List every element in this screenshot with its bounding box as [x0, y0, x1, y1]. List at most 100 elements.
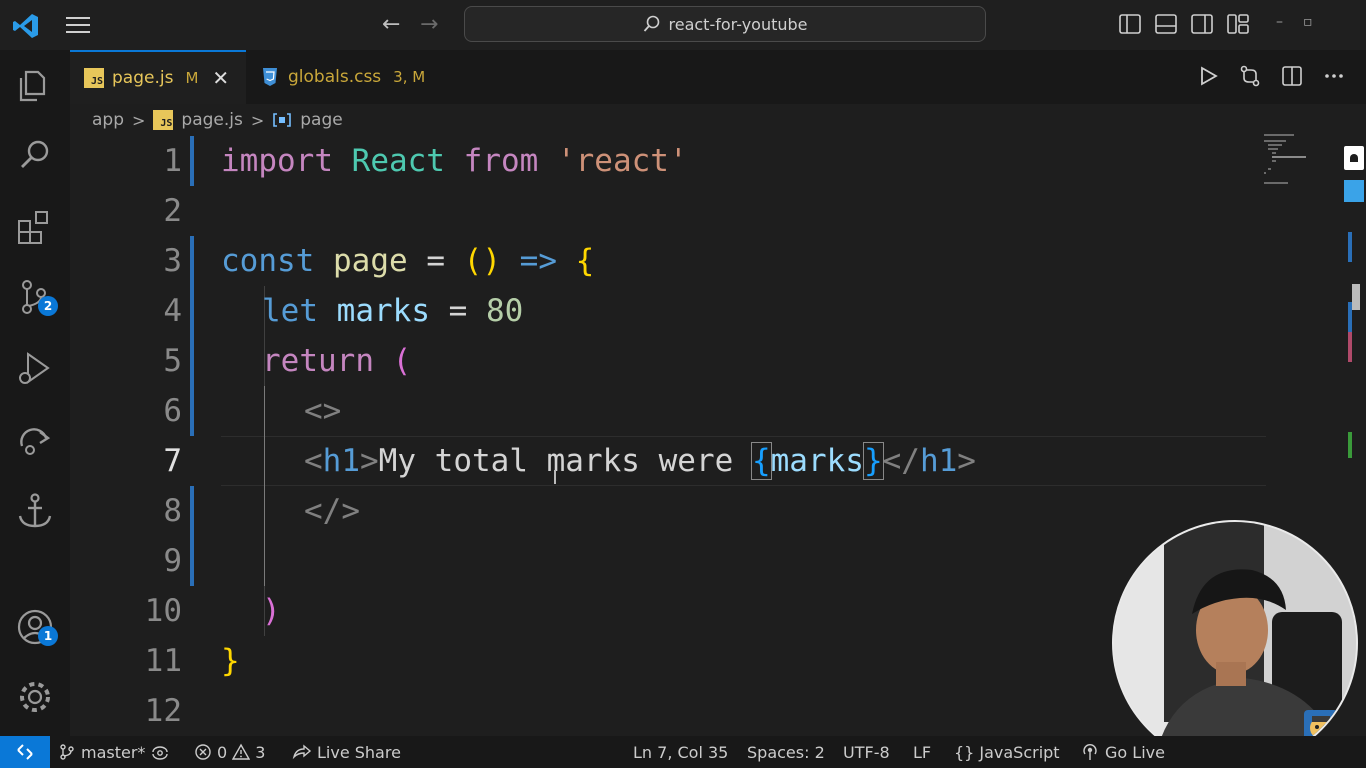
- code-line-8: </>: [304, 486, 360, 536]
- tab-globals-css[interactable]: globals.css 3, M: [246, 50, 468, 104]
- keyword-return: return: [262, 343, 374, 379]
- encoding-text: UTF-8: [843, 742, 890, 762]
- branch-name: master*: [81, 742, 146, 762]
- editor-tab-bar: JS page.js M ✕ globals.css 3, M: [70, 50, 1366, 104]
- cursor-position[interactable]: Ln 7, Col 35: [633, 736, 728, 768]
- navigate-forward-button[interactable]: →: [420, 12, 438, 37]
- search-icon[interactable]: [14, 134, 56, 176]
- operator-assign: =: [448, 293, 468, 329]
- line-number: 1: [163, 143, 182, 179]
- tab-modified-status: M: [185, 69, 199, 87]
- line-number: 11: [144, 643, 182, 679]
- operator-assign: =: [426, 243, 445, 279]
- error-count: 0: [217, 742, 228, 762]
- javascript-file-icon: JS: [153, 110, 174, 130]
- source-control-badge: 2: [38, 296, 58, 316]
- more-actions-icon[interactable]: [1322, 64, 1346, 88]
- status-bar: master* 0 3 Live Share Ln 7, Col 35 Spac…: [0, 736, 1366, 768]
- accounts-icon[interactable]: 1: [14, 606, 58, 648]
- go-live-label: Go Live: [1105, 742, 1165, 762]
- compare-changes-icon[interactable]: [1238, 64, 1262, 88]
- broadcast-icon: [1083, 744, 1097, 760]
- run-icon[interactable]: [1196, 64, 1220, 88]
- tab-page-js[interactable]: JS page.js M ✕: [70, 50, 246, 104]
- remote-icon: [17, 744, 33, 760]
- braces-icon: {}: [954, 742, 975, 762]
- open-paren: (: [392, 343, 412, 379]
- jsx-expression-open: {: [750, 442, 772, 480]
- keyword-from: from: [463, 143, 539, 179]
- line-number-current: 7: [163, 443, 182, 479]
- indentation-setting[interactable]: Spaces: 2: [747, 736, 825, 768]
- command-center-search[interactable]: react-for-youtube: [464, 6, 986, 42]
- close-paren: ): [262, 593, 281, 629]
- code-line-11: }: [221, 636, 240, 686]
- eol-setting[interactable]: LF: [913, 736, 931, 768]
- jsx-text: My total marks were: [378, 443, 752, 479]
- jsx-tag-h1: h1: [919, 443, 958, 479]
- toggle-primary-sidebar-icon[interactable]: [1118, 12, 1142, 36]
- code-line-7: <h1>My total marks were {marks}</h1>: [304, 436, 976, 486]
- breadcrumb-file[interactable]: page.js: [181, 110, 242, 130]
- source-control-icon[interactable]: 2: [14, 276, 58, 318]
- git-modified-marker: [190, 236, 194, 436]
- tag-bracket: </: [882, 443, 920, 479]
- cursor-position-text: Ln 7, Col 35: [633, 742, 729, 762]
- line-number: 2: [163, 193, 182, 229]
- chevron-right-icon: >: [132, 110, 146, 130]
- line-number: 10: [144, 593, 182, 629]
- extensions-icon[interactable]: [14, 206, 56, 248]
- split-editor-icon[interactable]: [1280, 64, 1304, 88]
- chevron-right-icon: >: [250, 110, 265, 130]
- line-number: 5: [163, 343, 182, 379]
- restore-button[interactable]: ▫: [1303, 14, 1313, 30]
- mouse-ibeam-cursor: [554, 470, 556, 484]
- jsx-fragment-close: </>: [304, 493, 360, 529]
- navigate-back-button[interactable]: ←: [382, 12, 400, 37]
- minimap[interactable]: [1262, 132, 1342, 192]
- breadcrumb-folder[interactable]: app: [92, 110, 124, 130]
- go-live-button[interactable]: Go Live: [1080, 736, 1165, 768]
- line-number: 8: [163, 493, 182, 529]
- hamburger-menu-icon[interactable]: [64, 14, 92, 36]
- breadcrumb-symbol[interactable]: page: [300, 110, 342, 130]
- layout-controls: [1118, 12, 1250, 36]
- keyword-const: const: [221, 243, 315, 279]
- tab-problems-status: 3, M: [393, 68, 426, 86]
- toggle-secondary-sidebar-icon[interactable]: [1190, 12, 1214, 36]
- search-icon: [643, 15, 659, 32]
- code-line-5: return (: [262, 336, 411, 386]
- open-brace: {: [575, 243, 595, 279]
- remote-indicator-button[interactable]: [0, 736, 50, 768]
- toggle-panel-icon[interactable]: [1154, 12, 1178, 36]
- tab-label: page.js: [112, 68, 174, 88]
- problems-status[interactable]: 0 3: [194, 736, 265, 768]
- tag-bracket: <: [304, 443, 323, 479]
- warning-count: 3: [255, 742, 266, 762]
- remote-explorer-icon[interactable]: [14, 420, 56, 462]
- active-indent-guide: [264, 386, 265, 586]
- encoding-setting[interactable]: UTF-8: [843, 736, 890, 768]
- customize-layout-icon[interactable]: [1226, 12, 1250, 36]
- code-line-4: let marks = 80: [262, 286, 523, 336]
- string-literal: 'react': [556, 143, 688, 179]
- git-branch-status[interactable]: master*: [58, 736, 170, 768]
- minimize-button[interactable]: –: [1276, 14, 1283, 30]
- code-line-10: ): [262, 586, 281, 636]
- activity-bar: 2 1: [0, 50, 70, 736]
- symbol-variable-icon: [273, 113, 292, 127]
- run-debug-icon[interactable]: [14, 348, 56, 390]
- language-mode[interactable]: {} JavaScript: [954, 736, 1060, 768]
- function-name: page: [333, 243, 408, 279]
- jsx-fragment-open: <>: [304, 393, 342, 429]
- sync-icon[interactable]: [150, 743, 170, 761]
- tag-bracket: >: [360, 443, 379, 479]
- anchor-icon[interactable]: [14, 490, 56, 532]
- code-editor[interactable]: 1 2 3 4 5 6 7 8 9 10 11 12 import React …: [70, 136, 1266, 736]
- close-tab-icon[interactable]: ✕: [212, 66, 229, 90]
- code-line-3: const page = () => {: [221, 236, 594, 286]
- settings-gear-icon[interactable]: [14, 676, 56, 718]
- explorer-icon[interactable]: [14, 62, 56, 104]
- variable-marks: marks: [336, 293, 430, 329]
- live-share-button[interactable]: Live Share: [292, 736, 401, 768]
